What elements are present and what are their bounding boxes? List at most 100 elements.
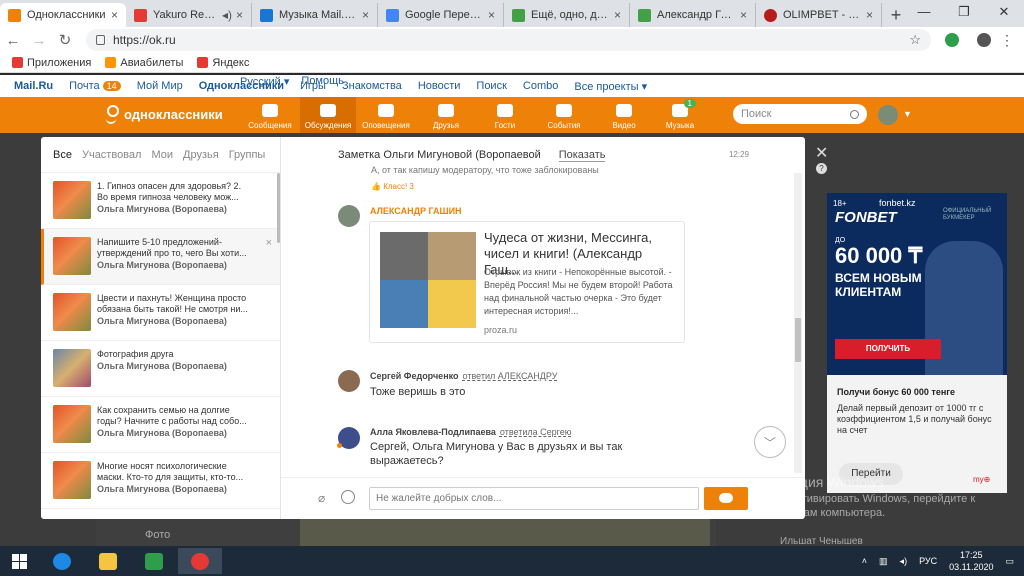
tab-close-icon[interactable]: × [362,8,369,22]
tab-proza-2[interactable]: Александр Гашин × [630,3,756,27]
taskbar-explorer[interactable] [86,548,130,574]
clock[interactable]: 17:25 03.11.2020 [949,549,993,573]
keyboard-language[interactable]: РУС [919,556,937,566]
nav-discussions[interactable]: Обсуждения [300,97,356,133]
maximize-icon[interactable]: ❐ [944,0,984,27]
tab-odnoklassniki[interactable]: Одноклассники × [0,3,126,27]
class-like-button[interactable]: 👍 Класс! 3 [371,182,414,191]
tab-friends[interactable]: Друзья [183,149,219,161]
nav-friends[interactable]: Друзья [418,97,474,133]
tab-mine[interactable]: Мои [151,149,173,161]
close-icon[interactable]: × [266,237,272,249]
discussion-item[interactable]: Многие носят психологические маски. Кто-т… [41,453,280,509]
reload-icon[interactable]: ↻ [52,31,78,49]
bookmark-star-icon[interactable]: ☆ [909,32,921,48]
thread-scrollbar[interactable] [794,173,802,473]
windows-start-icon[interactable] [12,554,28,569]
help-icon[interactable]: ? [816,163,827,174]
back-icon[interactable]: ← [0,32,26,49]
volume-icon[interactable]: ◂) [900,556,908,567]
browser-menu-icon[interactable]: ⋮ [1000,32,1014,49]
comment-input[interactable]: Не жалейте добрых слов... [369,487,699,510]
tab-close-icon[interactable]: × [111,8,118,22]
send-button[interactable] [704,487,748,510]
notifications-icon[interactable]: ▭ [1005,556,1014,567]
close-window-icon[interactable]: ✕ [984,0,1024,27]
tab-participated[interactable]: Участвовал [82,149,141,161]
url-input[interactable]: https://ok.ru ☆ [86,29,931,51]
close-modal-icon[interactable]: ✕ [815,143,828,163]
tab-close-icon[interactable]: × [614,8,621,22]
user-avatar[interactable] [878,105,898,125]
tab-groups[interactable]: Группы [229,149,266,161]
profile-avatar-icon[interactable] [977,33,991,47]
reply-to-link[interactable]: ответил АЛЕКСАНДРУ [463,371,558,381]
ad-get-button[interactable]: ПОЛУЧИТЬ [835,339,941,359]
chevron-down-icon[interactable]: ▼ [903,109,912,119]
portal-link-myworld[interactable]: Мой Мир [137,80,183,92]
discussions-filter-tabs: Все Участвовал Мои Друзья Группы [41,137,280,173]
portal-link-mail[interactable]: Почта 14 [69,80,121,92]
tab-close-icon[interactable]: × [488,8,495,22]
discussion-item-selected[interactable]: Напишите 5-10 предложений-утверждений пр… [41,229,280,285]
nav-video[interactable]: Видео [596,97,652,133]
online-dot [337,443,342,448]
attach-icon[interactable]: ⌀ [318,491,325,505]
post-author[interactable]: АЛЕКСАНДР ГАШИН [370,206,462,216]
discussion-item[interactable]: Как сохранить семью на долгие годы? Начни… [41,397,280,453]
nav-events[interactable]: События [536,97,592,133]
forward-icon[interactable]: → [26,32,52,49]
tab-close-icon[interactable]: × [866,8,873,22]
discussion-item[interactable]: Фотография друга Ольга Мигунова (Воропаев… [41,341,280,397]
taskbar-store[interactable] [132,548,176,574]
thread-panel: Заметка Ольги Мигуновой (Воропаевой Пока… [281,137,805,519]
ad-banner[interactable]: 18+ fonbet.kz FONBET ОФИЦИАЛЬНЫЙ БУКМЕКЕ… [827,193,1007,375]
tab-all[interactable]: Все [53,149,72,161]
tab-olimpbet[interactable]: OLIMPBET - Списо × [756,3,882,27]
tab-favicon-icon [638,8,651,22]
network-icon[interactable]: ▥ [879,556,888,567]
taskbar-ie[interactable] [40,548,84,574]
comment-author[interactable]: Сергей Федорченко ответил АЛЕКСАНДРУ [370,371,557,381]
bookmark-flights[interactable]: Авиабилеты [105,57,183,69]
discussion-avatar [53,237,91,275]
avatar[interactable] [338,205,360,227]
tab-music-mail[interactable]: Музыка Mail.Ru – × [252,3,378,27]
bookmark-yandex[interactable]: Яндекс [197,57,249,69]
search-icon[interactable] [850,109,859,119]
comment-author[interactable]: Алла Яковлева-Подлипаева ответила Сергею [370,427,571,437]
tray-chevron-icon[interactable]: ˄ [862,556,867,566]
nav-music[interactable]: 1 Музыка [652,97,708,133]
tab-title: Google Переводч [405,9,484,21]
reply-to-link[interactable]: ответила Сергею [500,427,572,437]
tab-favicon-icon [134,8,147,22]
smile-icon[interactable] [341,490,355,504]
tab-close-icon[interactable]: × [740,8,747,22]
list-scrollbar[interactable] [277,173,280,243]
discussion-item[interactable]: 1. Гипноз опасен для здоровья? 2. Во врем… [41,173,280,229]
tab-close-icon[interactable]: × [236,8,243,22]
taskbar-chrome[interactable] [178,548,222,574]
ok-search-input[interactable]: Поиск [733,104,867,124]
nav-guests[interactable]: Гости [477,97,533,133]
discussion-snippet: годы? Начните с работы над собо... [97,416,247,426]
bookmark-apps[interactable]: Приложения [12,57,91,69]
portal-link-mailru[interactable]: Mail.Ru [14,80,53,92]
avatar[interactable] [338,370,360,392]
scrollbar-thumb[interactable] [795,318,801,362]
scroll-down-button[interactable]: ﹀ [754,426,786,458]
show-link[interactable]: Показать [558,149,606,162]
extension-icon[interactable] [945,33,959,47]
activation-title: Активация Windows [755,474,885,490]
nav-messages[interactable]: Сообщения [242,97,298,133]
minimize-icon[interactable]: — [904,0,944,27]
nav-notifications[interactable]: Оповещения [358,97,414,133]
tab-youtube[interactable]: Yakuro Return ◂) × [126,3,252,27]
tab-google-translate[interactable]: Google Переводч × [378,3,504,27]
tab-mute-icon[interactable]: ◂) [222,8,232,22]
ad-block[interactable]: 18+ fonbet.kz FONBET ОФИЦИАЛЬНЫЙ БУКМЕКЕ… [827,193,1007,493]
ok-logo[interactable]: одноклассники [104,105,223,124]
discussion-item[interactable]: Цвести и пахнуть! Женщина просто обязана … [41,285,280,341]
link-preview-card[interactable]: Чудеса от жизни, Мессинга, чисел и книги… [369,221,685,343]
tab-proza-1[interactable]: Ещё, одно, доказ × [504,3,630,27]
